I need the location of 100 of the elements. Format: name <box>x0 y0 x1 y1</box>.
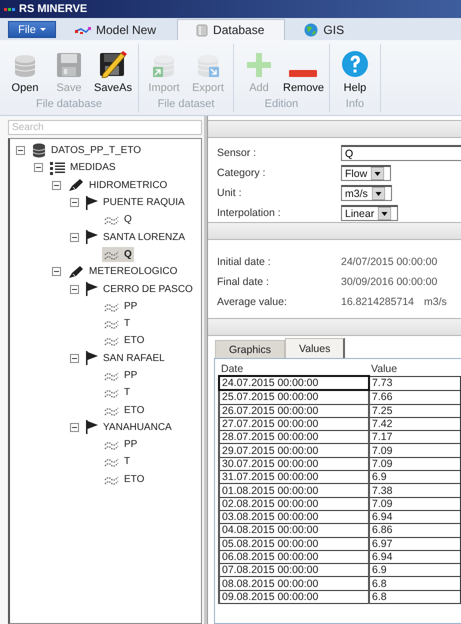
window-title: RS MINERVE <box>19 3 88 15</box>
tree-item[interactable]: YANAHUANCA <box>84 419 174 436</box>
tree-item[interactable]: DATOS_PP_T_ETO <box>30 142 144 160</box>
view-tab[interactable]: Values <box>285 338 346 358</box>
ribbon-tab[interactable]: Database <box>177 19 286 40</box>
tree-item[interactable]: Q <box>102 212 134 228</box>
collapse-toggle-icon[interactable] <box>34 163 43 172</box>
database-icon <box>32 143 46 158</box>
collapse-toggle-icon[interactable] <box>52 267 61 276</box>
dropdown[interactable]: Flow <box>341 165 392 181</box>
tree-item[interactable]: Q <box>102 246 134 262</box>
collapse-toggle-icon[interactable] <box>52 180 61 190</box>
collapse-toggle-icon[interactable] <box>70 198 79 208</box>
table-cell: 26.07.2015 00:00:00 <box>219 404 369 418</box>
tree-item[interactable]: T <box>102 454 132 470</box>
tree-item[interactable]: HIDROMETRICO <box>66 177 170 194</box>
table-cell: 25.07.2015 00:00:00 <box>219 390 369 404</box>
tree-item[interactable]: PUENTE RAQUIA <box>84 194 187 211</box>
tree-item[interactable]: T <box>102 316 132 332</box>
collapse-toggle-icon[interactable] <box>70 232 79 242</box>
ribbon-tab[interactable]: GIS <box>285 19 366 40</box>
ribbon-tab[interactable]: Model New <box>56 19 178 40</box>
collapse-toggle-icon[interactable] <box>70 354 79 363</box>
tree-item[interactable]: ETO <box>102 402 146 418</box>
table-cell: 6.8 <box>369 590 460 604</box>
table-cell: 29.07.2015 00:00:00 <box>219 444 369 458</box>
group-label: File dataset <box>156 98 216 112</box>
database-arrow-icon <box>196 53 220 78</box>
tree-item[interactable]: MEDIDAS <box>48 160 118 176</box>
table-cell: 08.08.2015 00:00:00 <box>219 576 369 590</box>
toolbar-button[interactable]: Remove <box>281 44 326 98</box>
collapse-toggle-icon[interactable] <box>16 146 25 156</box>
table-cell: 7.38 <box>369 484 460 498</box>
table-cell: 06.08.2015 00:00:00 <box>219 550 369 564</box>
table-cell: 6.86 <box>369 524 460 538</box>
table-cell: 6.9 <box>369 470 460 484</box>
globe-icon <box>304 23 318 37</box>
help-icon <box>340 50 369 78</box>
table-cell: 7.66 <box>369 390 460 404</box>
flag-icon <box>86 230 98 244</box>
app-logo-icon <box>4 6 15 12</box>
toolbar-button[interactable]: Open <box>3 44 47 98</box>
field-label: Sensor : <box>217 147 258 159</box>
table-cell: 24.07.2015 00:00:00 <box>219 376 369 390</box>
table-cell: 6.94 <box>369 510 460 524</box>
database-arrow-icon <box>152 53 176 78</box>
tree-item[interactable]: SAN RAFAEL <box>84 350 167 366</box>
tree-item[interactable]: PP <box>102 298 140 314</box>
tree-item[interactable]: ETO <box>102 333 146 348</box>
table-cell: 7.73 <box>369 376 460 390</box>
collapse-toggle-icon[interactable] <box>70 422 79 432</box>
group-label: Edition <box>264 98 300 112</box>
tree-item[interactable]: CERRO DE PASCO <box>84 281 195 298</box>
table-cell: 27.07.2015 00:00:00 <box>219 417 369 431</box>
collapse-toggle-icon[interactable] <box>70 284 79 294</box>
database-icon <box>13 53 37 78</box>
table-cell: 6.8 <box>369 576 460 590</box>
flag-icon <box>86 420 98 434</box>
file-menu-button[interactable]: File <box>8 21 56 38</box>
flag-icon <box>86 351 98 366</box>
tree-item[interactable]: SANTA LORENZA <box>84 229 188 246</box>
table-cell: 30.07.2015 00:00:00 <box>219 457 369 471</box>
table-cell: 7.09 <box>369 497 460 510</box>
table-cell: 09.08.2015 00:00:00 <box>219 590 369 604</box>
tree-item[interactable]: PP <box>102 368 140 383</box>
field-label: Average value: <box>217 296 288 308</box>
table-cell: 7.09 <box>369 444 460 458</box>
pen-icon <box>68 264 84 279</box>
tree-item[interactable]: METEREOLOGICO <box>66 264 180 280</box>
search-field[interactable]: Search <box>8 120 202 135</box>
table-cell: 7.42 <box>369 417 460 431</box>
dropdown[interactable]: Linear <box>341 205 398 221</box>
caret-icon <box>372 187 385 200</box>
toolbar-button[interactable]: SaveAs <box>91 44 135 98</box>
field-value: 30/09/2016 00:00:00 <box>341 276 438 288</box>
list-icon <box>50 160 65 175</box>
table-cell: 7.17 <box>369 430 460 444</box>
table-cell: 04.08.2015 00:00:00 <box>219 524 369 538</box>
network-icon <box>75 26 91 34</box>
caret-icon <box>371 167 384 180</box>
view-tab[interactable]: Graphics <box>215 340 286 358</box>
field-label: Final date : <box>217 276 270 288</box>
tree-item[interactable]: PP <box>102 437 140 452</box>
table-cell: 7.25 <box>369 404 460 418</box>
caret-icon <box>378 207 392 220</box>
tree-item[interactable]: ETO <box>102 472 146 487</box>
group-label: Info <box>344 98 366 112</box>
caret-icon <box>40 28 46 31</box>
toolbar-button[interactable]: Help <box>332 44 377 98</box>
sensor-field[interactable]: Q <box>341 145 461 161</box>
field-label: Unit : <box>217 187 243 199</box>
tree-item[interactable]: T <box>102 385 132 400</box>
flag-icon <box>86 282 98 296</box>
field-label: Interpolation : <box>217 207 282 219</box>
field-value: 24/07/2015 00:00:00 <box>341 256 438 268</box>
dropdown[interactable]: m3/s <box>341 185 392 201</box>
table-cell: 6.9 <box>369 564 460 577</box>
table-cell: 28.07.2015 00:00:00 <box>219 430 369 444</box>
table-cell: 01.08.2015 00:00:00 <box>219 484 369 498</box>
column-header: Date <box>219 362 369 376</box>
